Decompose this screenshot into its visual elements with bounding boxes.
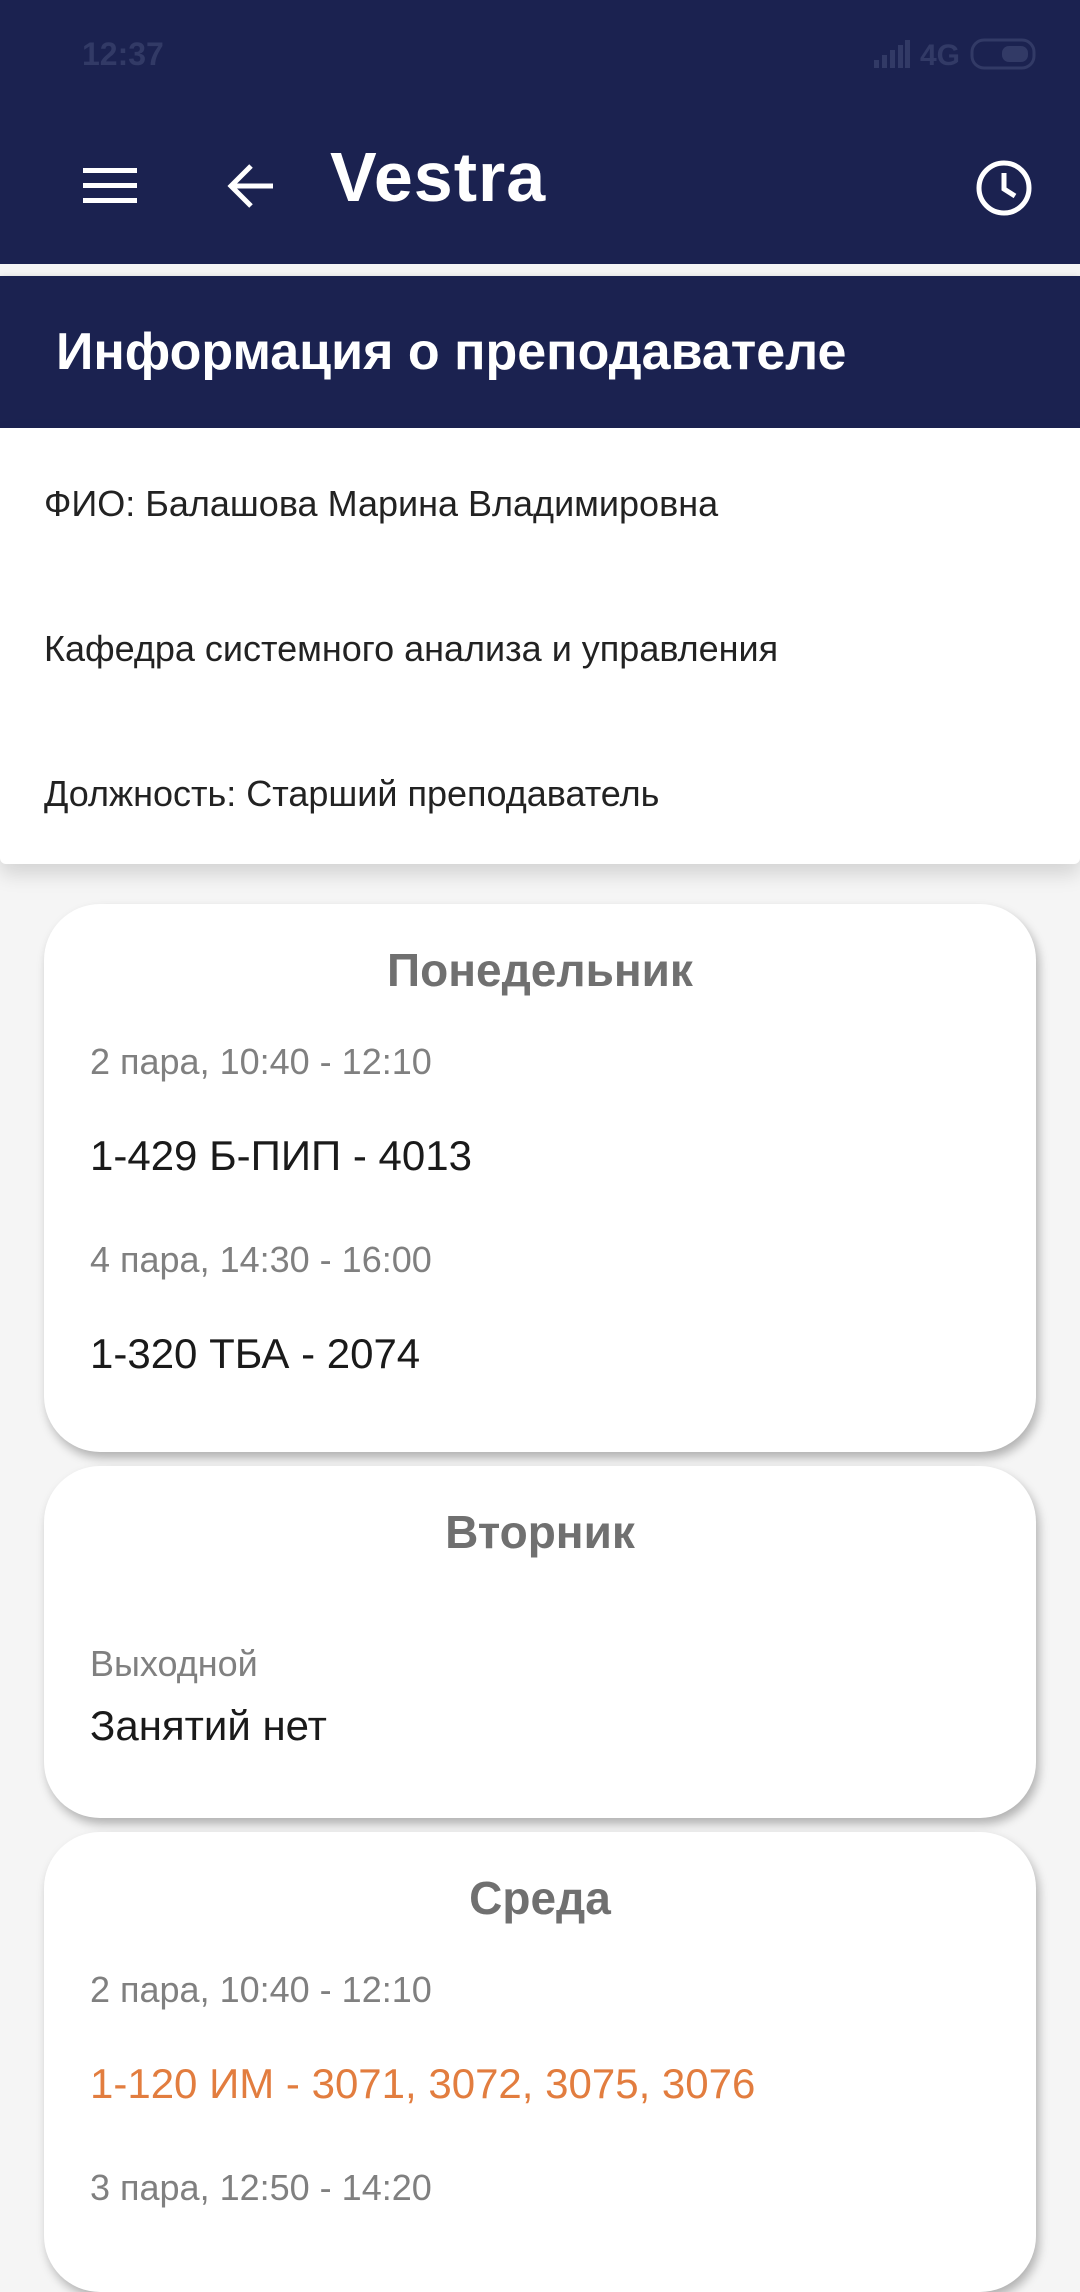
status-indicators: 4G: [873, 38, 1038, 75]
no-lessons-text: Занятий нет: [90, 1702, 327, 1749]
menu-button[interactable]: [70, 152, 150, 224]
status-bar: 12:37 4G: [0, 0, 1080, 112]
day-off-label: Выходной: [90, 1643, 258, 1684]
lesson-info-highlighted[interactable]: 1-120 ИМ - 3071, 3072, 3075, 3076: [90, 2056, 755, 2112]
lesson-time: 4 пара, 14:30 - 16:00: [90, 1239, 432, 1280]
section-header: Информация о преподавателе: [0, 276, 1080, 428]
lesson-time: 2 пара, 10:40 - 12:10: [90, 1041, 432, 1082]
app-bar: 12:37 4G Vestra: [0, 0, 1080, 264]
network-type-label: 4G: [919, 39, 960, 72]
day-title: Среда: [469, 1872, 611, 1924]
signal-icon: [873, 39, 910, 73]
back-button[interactable]: [212, 152, 292, 224]
teacher-name: ФИО: Балашова Марина Владимировна: [44, 483, 719, 524]
day-card-wednesday: Среда 2 пара, 10:40 - 12:10 1-120 ИМ - 3…: [44, 1832, 1036, 2292]
teacher-position: Должность: Старший преподаватель: [44, 773, 660, 814]
app-title: Vestra: [330, 138, 547, 216]
battery-icon: [970, 38, 1038, 75]
history-icon: [974, 158, 1034, 223]
day-title: Вторник: [445, 1506, 635, 1558]
section-title: Информация о преподавателе: [56, 323, 847, 381]
menu-icon: [83, 166, 137, 211]
day-title: Понедельник: [387, 944, 693, 996]
teacher-department: Кафедра системного анализа и управления: [44, 628, 779, 669]
history-button[interactable]: [962, 148, 1046, 232]
arrow-back-icon: [227, 161, 277, 216]
day-card-monday: Понедельник 2 пара, 10:40 - 12:10 1-429 …: [44, 904, 1036, 1452]
day-card-tuesday: Вторник Выходной Занятий нет: [44, 1466, 1036, 1818]
lesson-time: 2 пара, 10:40 - 12:10: [90, 1969, 432, 2010]
lesson-time: 3 пара, 12:50 - 14:20: [90, 2167, 432, 2208]
lesson-info[interactable]: 1-429 Б-ПИП - 4013: [90, 1128, 472, 1184]
teacher-info-card: ФИО: Балашова Марина Владимировна Кафедр…: [0, 428, 1080, 864]
lesson-info[interactable]: 1-320 ТБА - 2074: [90, 1326, 420, 1382]
status-time: 12:37: [82, 36, 164, 72]
